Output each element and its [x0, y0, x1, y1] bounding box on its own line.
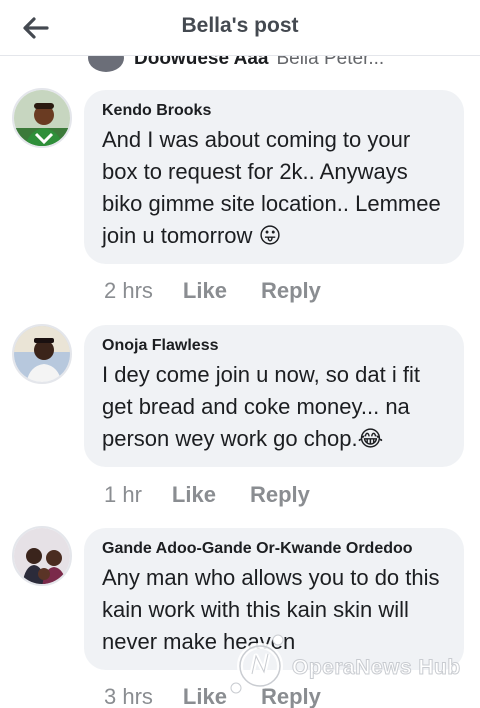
avatar[interactable]	[12, 88, 72, 148]
top-bar: Bella's post	[0, 0, 480, 56]
reply-button[interactable]: Reply	[250, 482, 310, 508]
comment-text: I dey come join u now, so dat i fit get …	[102, 362, 420, 451]
laughing-emoji-icon: 😂	[357, 426, 384, 451]
avatar[interactable]	[12, 324, 72, 384]
comment-actions: 2 hrs Like Reply	[104, 278, 355, 304]
comment-text: And I was about coming to your box to re…	[102, 127, 441, 248]
watermark: OperaNews Hub	[222, 628, 472, 700]
avatar-photo	[14, 528, 70, 584]
opera-news-logo-icon	[230, 634, 284, 694]
avatar-photo	[14, 90, 70, 146]
watermark-text: OperaNews Hub	[292, 656, 461, 680]
page-title: Bella's post	[181, 14, 299, 37]
comment-author[interactable]: Gande Adoo-Gande Or-Kwande Ordedoo	[102, 540, 446, 558]
like-button[interactable]: Like	[183, 684, 227, 708]
reply-button[interactable]: Reply	[261, 278, 321, 304]
comment-time[interactable]: 3 hrs	[104, 684, 153, 708]
comment-author[interactable]: Onoja Flawless	[102, 337, 446, 355]
tongue-emoji-icon: 😛	[258, 223, 282, 248]
comment-bubble[interactable]: Kendo Brooks And I was about coming to y…	[84, 90, 464, 264]
like-button[interactable]: Like	[172, 482, 216, 508]
comment-time[interactable]: 1 hr	[104, 482, 142, 508]
comment-author[interactable]: Kendo Brooks	[102, 102, 446, 120]
comment-actions: 1 hr Like Reply	[104, 482, 344, 508]
avatar[interactable]	[12, 526, 72, 586]
comment-bubble[interactable]: Onoja Flawless I dey come join u now, so…	[84, 325, 464, 467]
avatar-photo	[14, 326, 70, 382]
like-button[interactable]: Like	[183, 278, 227, 304]
comment-time[interactable]: 2 hrs	[104, 278, 153, 304]
